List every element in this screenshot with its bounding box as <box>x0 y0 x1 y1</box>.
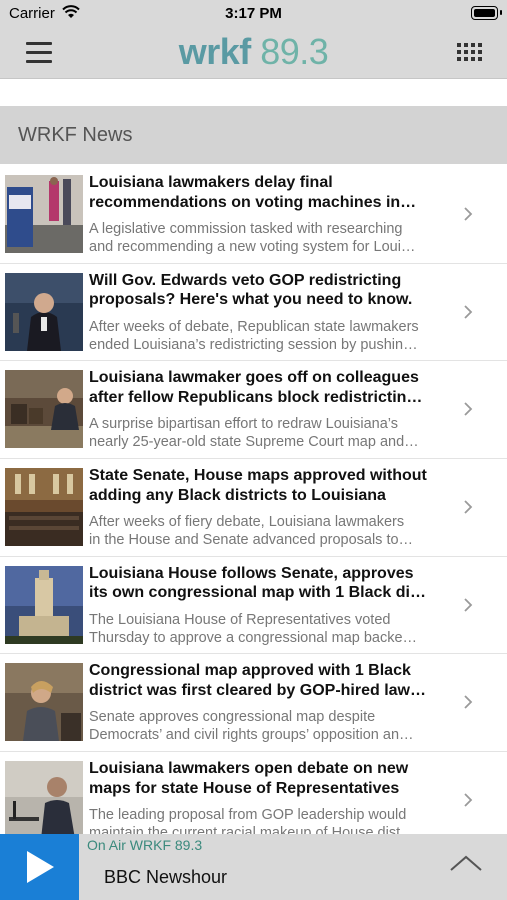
battery-icon <box>471 6 502 20</box>
section-title: WRKF News <box>18 124 133 146</box>
news-list: Louisiana lawmakers delay final recommen… <box>0 166 507 834</box>
station-logo: wrkf 89.3 <box>0 31 507 73</box>
news-summary: A legislative commission tasked with res… <box>89 221 416 255</box>
news-item[interactable]: Will Gov. Edwards veto GOP redistricting… <box>0 264 507 362</box>
chevron-right-icon <box>464 793 473 807</box>
play-button[interactable] <box>0 834 79 900</box>
chevron-right-icon <box>464 402 473 417</box>
news-item[interactable]: Louisiana lawmakers open debate on new m… <box>0 752 507 834</box>
grid-menu-button[interactable] <box>457 43 482 63</box>
news-thumbnail <box>5 761 83 834</box>
logo-text: wrkf <box>178 31 252 72</box>
news-headline: Louisiana lawmakers open debate on new m… <box>89 760 409 797</box>
news-summary: After weeks of debate, Republican state … <box>89 318 419 353</box>
news-headline: Louisiana House follows Senate, approves… <box>89 564 426 602</box>
status-bar: Carrier 3:17 PM <box>0 0 507 28</box>
chevron-right-icon <box>464 500 473 514</box>
news-headline: Congressional map approved with 1 Black … <box>89 662 426 699</box>
news-summary: The Louisiana House of Representatives v… <box>89 611 418 646</box>
chevron-right-icon <box>464 305 473 319</box>
app-header: wrkf 89.3 <box>0 28 507 79</box>
news-item[interactable]: Louisiana House follows Senate, approves… <box>0 557 507 655</box>
news-thumbnail <box>5 272 83 351</box>
news-summary: A surprise bipartisan effort to redraw L… <box>89 416 419 451</box>
header-spacer <box>0 80 507 106</box>
chevron-up-icon[interactable] <box>449 854 483 872</box>
news-thumbnail <box>5 565 83 644</box>
chevron-right-icon <box>464 598 473 612</box>
news-thumbnail <box>5 468 83 547</box>
grid-icon <box>457 43 461 47</box>
news-summary: The leading proposal from GOP leadership… <box>89 807 415 834</box>
news-summary: Senate approves congressional map despit… <box>89 709 414 744</box>
news-headline: State Senate, House maps approved withou… <box>89 467 427 504</box>
play-icon <box>27 851 54 883</box>
show-name: BBC Newshour <box>104 867 228 887</box>
section-header: WRKF News <box>0 106 507 164</box>
news-summary: After weeks of fiery debate, Louisiana l… <box>89 514 414 549</box>
logo-number: 89.3 <box>260 31 329 72</box>
news-headline: Louisiana lawmakers delay final recommen… <box>89 174 417 211</box>
news-item[interactable]: Louisiana lawmaker goes off on colleague… <box>0 361 507 460</box>
on-air-label: On Air WRKF 89.3 <box>87 837 203 853</box>
chevron-right-icon <box>464 695 473 710</box>
news-headline: Louisiana lawmaker goes off on colleague… <box>89 369 423 406</box>
news-thumbnail <box>5 175 83 253</box>
news-headline: Will Gov. Edwards veto GOP redistricting… <box>89 271 413 309</box>
news-thumbnail <box>5 663 83 742</box>
news-thumbnail <box>5 370 83 449</box>
news-item[interactable]: Louisiana lawmakers delay final recommen… <box>0 166 507 264</box>
clock: 3:17 PM <box>225 5 282 22</box>
news-item[interactable]: State Senate, House maps approved withou… <box>0 459 507 557</box>
news-item[interactable]: Congressional map approved with 1 Black … <box>0 654 507 753</box>
chevron-right-icon <box>464 207 473 221</box>
audio-player-bar: On Air WRKF 89.3 BBC Newshour <box>0 834 507 900</box>
